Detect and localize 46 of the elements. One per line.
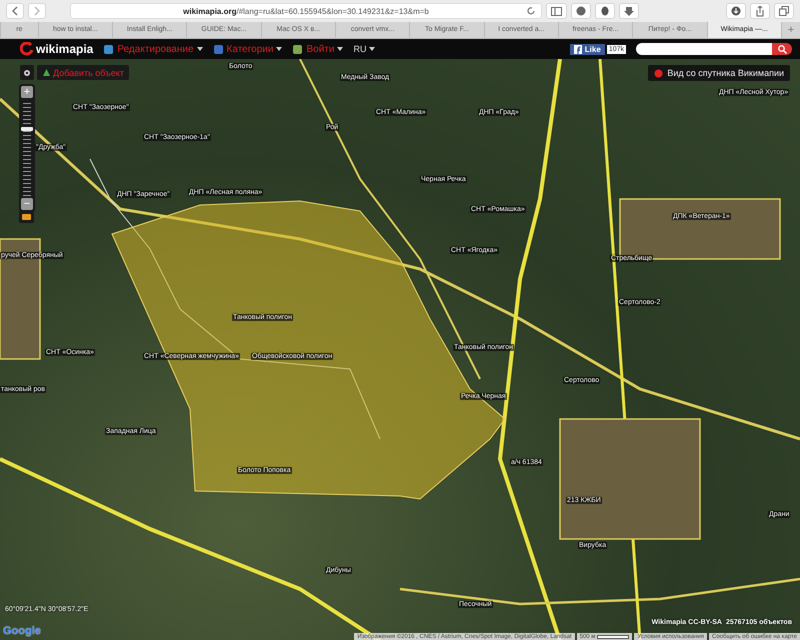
extension-button[interactable] — [619, 3, 639, 19]
menu-icon — [292, 44, 304, 54]
sidebar-icon — [551, 6, 562, 16]
extension-button[interactable] — [595, 3, 615, 19]
address-field[interactable]: wikimapia.org/#lang=ru&lat=60.155945&lon=30.149231&z=13&m=b — [70, 3, 542, 19]
zoom-slider-thumb[interactable] — [21, 126, 33, 131]
back-button[interactable] — [6, 3, 24, 19]
chevron-right-icon — [33, 6, 41, 16]
download-button[interactable] — [726, 3, 746, 19]
circle-icon — [576, 6, 586, 16]
google-logo: Google — [3, 625, 41, 637]
settings-icon — [23, 68, 31, 76]
menu-dropdown[interactable]: Категории — [212, 44, 282, 54]
search-icon — [778, 44, 786, 54]
search-button[interactable] — [772, 43, 792, 55]
download-icon — [731, 6, 741, 16]
chevron-left-icon — [11, 6, 19, 16]
reload-icon[interactable] — [526, 6, 536, 16]
triangle-icon — [42, 68, 51, 77]
caret-icon — [196, 47, 203, 51]
menu-dropdown[interactable]: Войти — [292, 44, 344, 54]
logo-icon — [654, 68, 664, 78]
add-object-button[interactable]: Добавить объект — [37, 65, 129, 80]
search-field[interactable] — [636, 43, 772, 55]
menu-icon — [103, 44, 114, 54]
layers-button[interactable] — [19, 211, 34, 223]
share-icon — [755, 6, 765, 16]
menu-icon — [212, 44, 224, 54]
facebook-icon — [574, 44, 582, 54]
caret-icon — [276, 47, 282, 51]
layers-icon — [22, 214, 31, 220]
down-arrow-icon — [624, 6, 634, 16]
settings-button[interactable] — [20, 65, 34, 80]
sidebar-button[interactable] — [546, 3, 567, 19]
caret-icon — [337, 47, 344, 51]
like-button[interactable]: Like — [570, 44, 605, 54]
menu-dropdown[interactable]: Редактирование — [103, 44, 203, 54]
tabs-icon — [779, 6, 789, 16]
oval-icon — [600, 6, 610, 16]
extension-button[interactable] — [571, 3, 591, 19]
tabs-button[interactable] — [774, 3, 794, 19]
share-button[interactable] — [750, 3, 770, 19]
satellite-view-button[interactable]: Вид со спутника Викимапии — [648, 65, 790, 81]
caret-icon — [369, 47, 376, 51]
language-dropdown[interactable]: RU — [353, 44, 376, 54]
wikimapia-logo[interactable]: wikimapia — [20, 42, 94, 56]
